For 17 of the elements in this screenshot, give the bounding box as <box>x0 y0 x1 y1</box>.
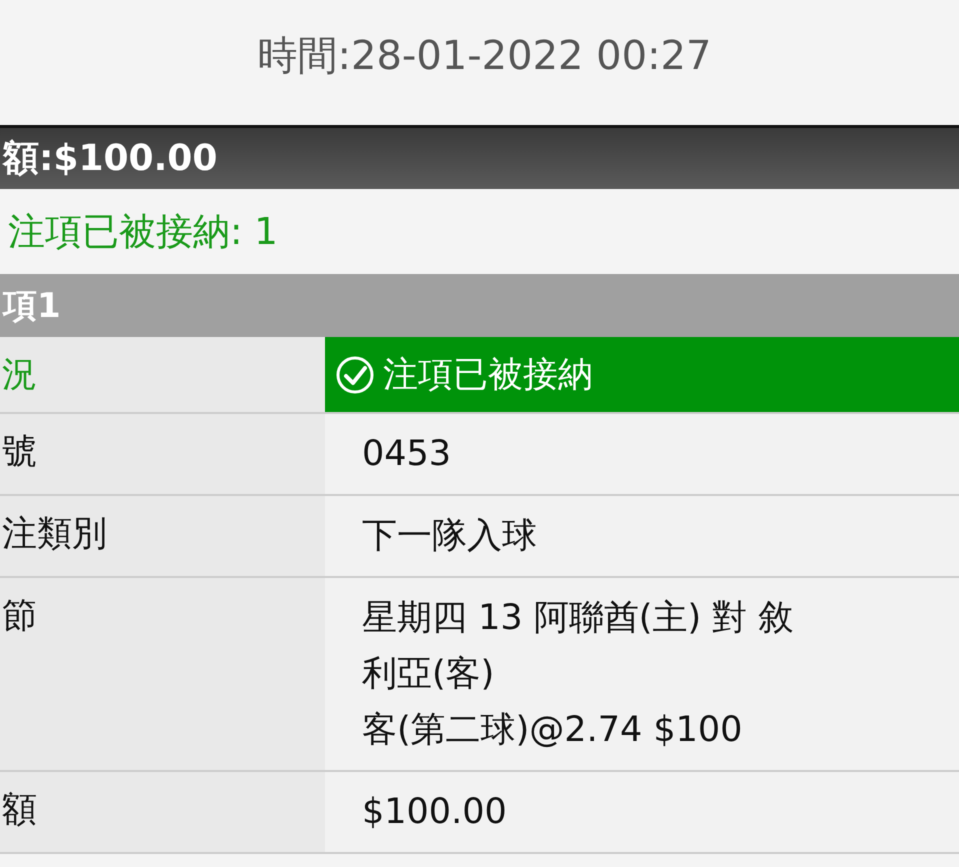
table-cell-text: 下一隊入球 <box>362 515 538 558</box>
table-cell: 額 <box>0 772 325 852</box>
accepted-summary: 注項已被接納: 1 <box>8 208 278 254</box>
table-cell-text: 利亞(客) <box>362 653 496 696</box>
status-text: 注項已被接納 <box>383 354 593 397</box>
table-cell-text: 星期四 13 阿聯酋(主) 對 敘 <box>362 597 794 640</box>
check-circle-icon <box>335 354 375 394</box>
table-cell: 注類別 <box>0 496 325 576</box>
total-bar: 額:$100.00 <box>0 128 959 189</box>
time-label: 時間:28-01-2022 00:27 <box>258 32 712 81</box>
table-cell-text: 客(第二球)@2.74 $100 <box>362 709 744 752</box>
table-cell-text: $100.00 <box>362 791 508 834</box>
table-cell: 況 <box>0 337 325 412</box>
table-cell: 節 <box>0 578 325 770</box>
table-cell: 號 <box>0 414 325 494</box>
bet-header: 項1 <box>0 274 959 337</box>
table-cell-text: 0453 <box>362 433 452 476</box>
